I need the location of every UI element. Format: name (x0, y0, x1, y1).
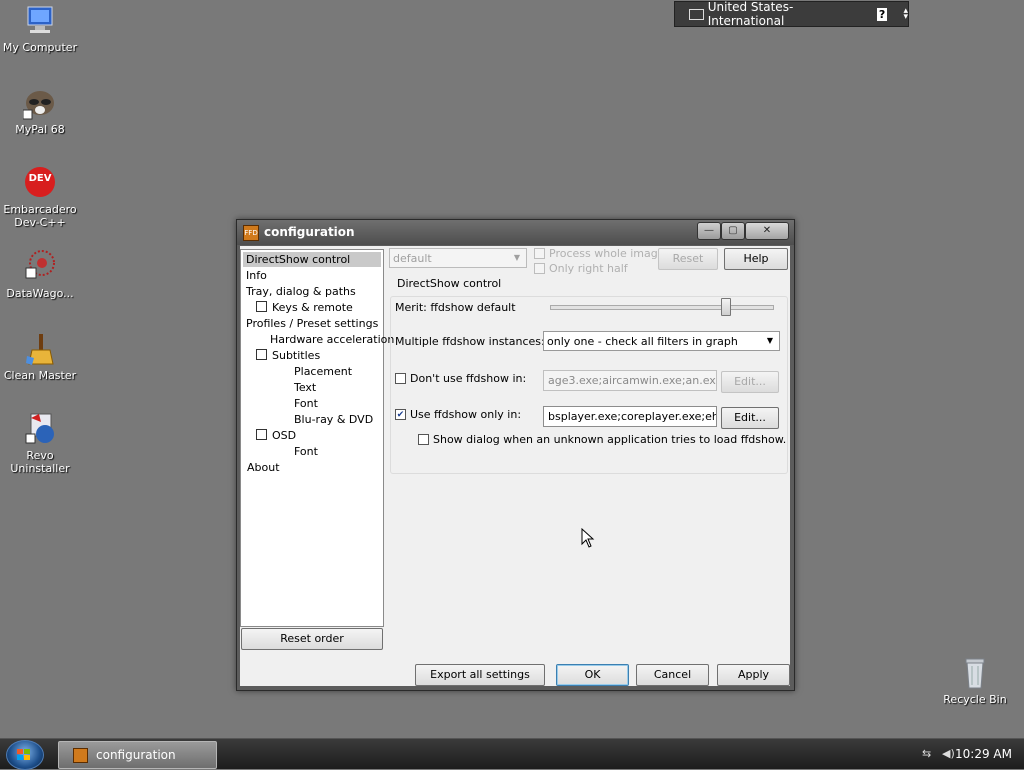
tree-item-osd[interactable]: OSD (256, 428, 296, 443)
help-icon[interactable]: ? (876, 7, 888, 21)
desktop-icon-label-line1: Embarcadero (3, 203, 77, 216)
language-bar-options-icon[interactable]: ▴ ▾ (903, 7, 908, 22)
use-only-list-field[interactable]: bsplayer.exe;coreplayer.exe;ehsh (543, 406, 717, 427)
tree-item-hardware-acceleration[interactable]: Hardware acceleration (270, 332, 394, 347)
checkbox-box[interactable] (534, 263, 545, 274)
tree-item-subtitles[interactable]: Subtitles (256, 348, 320, 363)
devcpp-badge: DEV (28, 173, 52, 184)
tree-checkbox[interactable] (256, 429, 267, 440)
language-label[interactable]: United States-International (708, 0, 855, 28)
apply-button[interactable]: Apply (717, 664, 790, 686)
desktop-icon-label: DataWago... (6, 287, 74, 300)
process-whole-image-checkbox[interactable]: Process whole image (534, 247, 665, 260)
merit-slider-thumb[interactable] (721, 298, 732, 316)
start-button[interactable] (6, 740, 44, 770)
tree-checkbox[interactable] (256, 301, 267, 312)
checkbox-box[interactable]: ✔ (395, 409, 406, 420)
tree-item-profiles-preset-settings[interactable]: Profiles / Preset settings (246, 316, 378, 331)
desktop-icon-label-line1: Revo (26, 449, 54, 462)
use-only-checkbox[interactable]: ✔ Use ffdshow only in: (395, 408, 521, 421)
desktop-icon-label: My Computer (2, 41, 78, 54)
language-bar[interactable]: United States-International ? ▴ ▾ (674, 0, 909, 28)
multiple-instances-label: Multiple ffdshow instances: (395, 335, 545, 348)
tree-item-directshow-control[interactable]: DirectShow control (243, 252, 381, 267)
checkbox-box[interactable] (395, 373, 406, 384)
ok-button[interactable]: OK (556, 664, 629, 686)
windows-logo-icon (17, 749, 32, 761)
tree-item-text[interactable]: Text (294, 380, 316, 395)
desktop-icon-revo[interactable]: Revo Uninstaller (0, 412, 80, 475)
tree-item-font[interactable]: Font (294, 396, 318, 411)
tree-item-info[interactable]: Info (246, 268, 267, 283)
recycle-bin-icon (958, 656, 992, 690)
dont-use-list-field[interactable]: age3.exe;aircamwin.exe;an.exe;a (543, 370, 717, 391)
desktop-icon-recycle-bin[interactable]: Recycle Bin (935, 656, 1015, 706)
tree-item-osd-font[interactable]: Font (294, 444, 318, 459)
help-button[interactable]: Help (724, 248, 788, 270)
desktop-icon-label-line2: Uninstaller (10, 462, 70, 475)
dont-use-edit-button[interactable]: Edit... (721, 371, 779, 393)
tree-item-keys-remote[interactable]: Keys & remote (256, 300, 353, 315)
cancel-button[interactable]: Cancel (636, 664, 709, 686)
dont-use-checkbox[interactable]: Don't use ffdshow in: (395, 372, 526, 385)
multiple-instances-dropdown[interactable]: only one - check all filters in graph ▼ (543, 331, 780, 351)
reset-button[interactable]: Reset (658, 248, 718, 270)
export-all-settings-button[interactable]: Export all settings (415, 664, 545, 686)
chevron-down-icon: ▼ (513, 253, 521, 262)
desktop-icon-label: MyPal 68 (15, 123, 65, 136)
ffdshow-app-icon: FFD (243, 225, 259, 241)
show-dialog-checkbox[interactable]: Show dialog when an unknown application … (418, 433, 786, 446)
taskbar: configuration ⇆ ◀) 10:29 AM (0, 738, 1024, 770)
taskbar-item-configuration[interactable]: configuration (58, 741, 217, 769)
preset-dropdown[interactable]: default ▼ (389, 248, 527, 268)
tree-checkbox[interactable] (256, 349, 267, 360)
revo-uninstaller-icon (23, 412, 57, 446)
checkbox-box[interactable] (418, 434, 429, 445)
chevron-down-icon: ▼ (766, 336, 774, 345)
tree-item-about[interactable]: About (247, 460, 280, 475)
tree-item-bluray-dvd[interactable]: Blu-ray & DVD (294, 412, 373, 427)
close-button[interactable]: ✕ (745, 222, 789, 240)
window-title: configuration (264, 225, 355, 239)
minimize-button[interactable]: — (697, 222, 721, 240)
computer-icon (23, 4, 57, 38)
settings-tree[interactable]: DirectShow control Info Tray, dialog & p… (240, 249, 394, 627)
title-bar[interactable]: FFD configuration — ▢ ✕ (237, 220, 794, 245)
keyboard-icon (689, 8, 704, 20)
checkbox-box[interactable] (534, 248, 545, 259)
only-right-half-checkbox[interactable]: Only right half (534, 262, 628, 275)
desktop-icon-mypal[interactable]: MyPal 68 (0, 86, 80, 136)
window-client-area: DirectShow control Info Tray, dialog & p… (240, 246, 790, 686)
desktop-icon-clean-master[interactable]: Clean Master (0, 332, 80, 382)
broom-icon (23, 332, 57, 366)
merit-slider[interactable] (550, 305, 774, 310)
desktop-icon-label: Clean Master (3, 369, 77, 382)
ffdshow-app-icon (73, 748, 88, 763)
desktop-icon-label-line2: Dev-C++ (14, 216, 66, 229)
reset-order-button[interactable]: Reset order (241, 628, 383, 650)
group-title: DirectShow control (395, 277, 504, 290)
clock[interactable]: 10:29 AM (955, 739, 1012, 769)
raccoon-icon (22, 86, 57, 120)
tree-item-placement[interactable]: Placement (294, 364, 352, 379)
mouse-cursor-icon (581, 527, 595, 551)
devcpp-icon: DEV (23, 166, 57, 200)
maximize-button[interactable]: ▢ (721, 222, 745, 240)
volume-icon[interactable]: ◀) (942, 747, 955, 760)
tree-item-tray-dialog-paths[interactable]: Tray, dialog & paths (246, 284, 356, 299)
desktop-icon-my-computer[interactable]: My Computer (0, 4, 80, 54)
desktop-icon-label: Recycle Bin (943, 693, 1007, 706)
configuration-window: FFD configuration — ▢ ✕ DirectShow contr… (236, 219, 795, 691)
desktop-icon-datawago[interactable]: DataWago... (0, 250, 80, 300)
network-icon[interactable]: ⇆ (922, 747, 931, 760)
merit-label: Merit: ffdshow default (395, 301, 516, 314)
desktop-icon-devcpp[interactable]: DEV Embarcadero Dev-C++ (0, 166, 80, 229)
datawago-icon (23, 250, 57, 284)
use-only-edit-button[interactable]: Edit... (721, 407, 779, 429)
